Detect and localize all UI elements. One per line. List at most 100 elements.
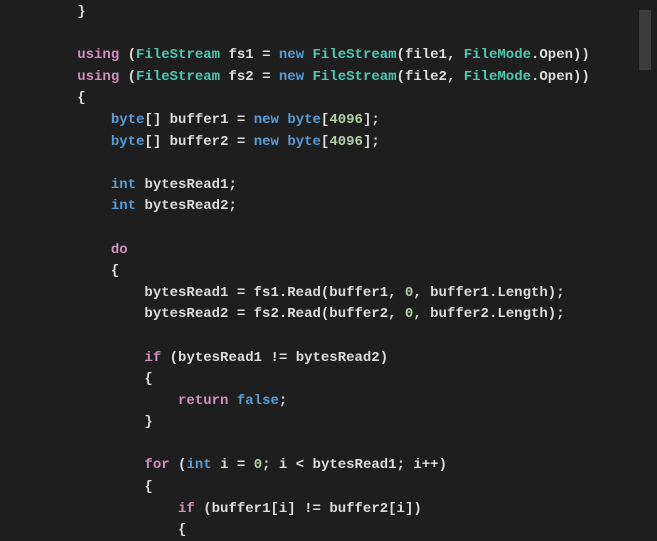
paren: ( xyxy=(397,69,405,85)
id-bytesRead1: bytesRead1 xyxy=(144,285,228,301)
keyword-if: if xyxy=(144,350,161,366)
close-brace: } xyxy=(144,414,152,430)
id-bytesRead2: bytesRead2 xyxy=(144,306,228,322)
id-fs2: fs2 xyxy=(228,69,253,85)
paren: ( xyxy=(170,350,178,366)
open-brace: { xyxy=(144,479,152,495)
id-buffer2: buffer2 xyxy=(430,306,489,322)
id-buffer1: buffer1 xyxy=(212,501,271,517)
semi: ; xyxy=(397,457,405,473)
keyword-new: new xyxy=(254,112,279,128)
semi: ; xyxy=(371,134,379,150)
keyword-new: new xyxy=(279,47,304,63)
eq: = xyxy=(237,306,245,322)
comma: , xyxy=(413,306,421,322)
neq: != xyxy=(270,350,287,366)
eq: = xyxy=(237,134,245,150)
open-brace: { xyxy=(111,263,119,279)
comma: , xyxy=(413,285,421,301)
id-bytesRead1: bytesRead1 xyxy=(144,177,228,193)
class-FileStream: FileStream xyxy=(313,69,397,85)
member-Open: Open xyxy=(539,69,573,85)
id-i: i xyxy=(220,457,228,473)
comma: , xyxy=(388,306,396,322)
id-fs2: fs2 xyxy=(254,306,279,322)
semi: ; xyxy=(556,285,564,301)
paren: ( xyxy=(128,69,136,85)
bracket-empty: [] xyxy=(144,112,161,128)
keyword-for: for xyxy=(144,457,169,473)
paren: ) xyxy=(581,69,589,85)
num-0: 0 xyxy=(254,457,262,473)
paren: ) xyxy=(439,457,447,473)
code-content[interactable]: } using (FileStream fs1 = new FileStream… xyxy=(0,0,638,541)
keyword-if: if xyxy=(178,501,195,517)
bracket-empty: [] xyxy=(144,134,161,150)
keyword-do: do xyxy=(111,242,128,258)
open-brace: { xyxy=(77,90,85,106)
keyword-new: new xyxy=(254,134,279,150)
comma: , xyxy=(447,69,455,85)
source-code[interactable]: } using (FileStream fs1 = new FileStream… xyxy=(0,0,638,541)
paren: ( xyxy=(128,47,136,63)
id-i: i xyxy=(397,501,405,517)
id-bytesRead1: bytesRead1 xyxy=(313,457,397,473)
paren: ) xyxy=(581,47,589,63)
id-buffer1: buffer1 xyxy=(430,285,489,301)
open-brace: { xyxy=(144,371,152,387)
semi: ; xyxy=(371,112,379,128)
id-bytesRead2: bytesRead2 xyxy=(144,198,228,214)
semi: ; xyxy=(556,306,564,322)
eq: = xyxy=(262,47,270,63)
member-Length: Length xyxy=(497,285,547,301)
neq: != xyxy=(304,501,321,517)
comma: , xyxy=(388,285,396,301)
id-bytesRead2: bytesRead2 xyxy=(296,350,380,366)
id-fs1: fs1 xyxy=(228,47,253,63)
id-buffer2: buffer2 xyxy=(170,134,229,150)
member-Open: Open xyxy=(539,47,573,63)
eq: = xyxy=(262,69,270,85)
open-brace: { xyxy=(178,522,186,538)
keyword-byte: byte xyxy=(287,112,321,128)
keyword-using: using xyxy=(77,69,119,85)
pp: ++ xyxy=(422,457,439,473)
keyword-byte: byte xyxy=(111,134,145,150)
class-FileMode: FileMode xyxy=(464,47,531,63)
semi: ; xyxy=(228,177,236,193)
code-editor[interactable]: } using (FileStream fs1 = new FileStream… xyxy=(0,0,657,541)
semi: ; xyxy=(279,393,287,409)
member-Length: Length xyxy=(497,306,547,322)
keyword-int: int xyxy=(186,457,211,473)
id-buffer2: buffer2 xyxy=(329,501,388,517)
paren: ) xyxy=(548,306,556,322)
id-file2: file2 xyxy=(405,69,447,85)
keyword-return: return xyxy=(178,393,228,409)
keyword-int: int xyxy=(111,177,136,193)
paren: ( xyxy=(203,501,211,517)
keyword-byte: byte xyxy=(111,112,145,128)
method-Read: Read xyxy=(287,306,321,322)
paren: ) xyxy=(548,285,556,301)
id-fs1: fs1 xyxy=(254,285,279,301)
keyword-new: new xyxy=(279,69,304,85)
paren: ) xyxy=(413,501,421,517)
eq: = xyxy=(237,457,245,473)
class-FileStream: FileStream xyxy=(136,69,220,85)
num-4096: 4096 xyxy=(329,112,363,128)
bracket: [ xyxy=(270,501,278,517)
comma: , xyxy=(447,47,455,63)
class-FileStream: FileStream xyxy=(313,47,397,63)
semi: ; xyxy=(228,198,236,214)
id-bytesRead1: bytesRead1 xyxy=(178,350,262,366)
keyword-int: int xyxy=(111,198,136,214)
scrollbar-thumb[interactable] xyxy=(639,10,651,70)
class-FileMode: FileMode xyxy=(464,69,531,85)
keyword-byte: byte xyxy=(287,134,321,150)
keyword-false: false xyxy=(237,393,279,409)
bracket: [ xyxy=(388,501,396,517)
paren: ( xyxy=(397,47,405,63)
id-i: i xyxy=(413,457,421,473)
eq: = xyxy=(237,285,245,301)
vertical-scrollbar[interactable] xyxy=(638,0,652,541)
